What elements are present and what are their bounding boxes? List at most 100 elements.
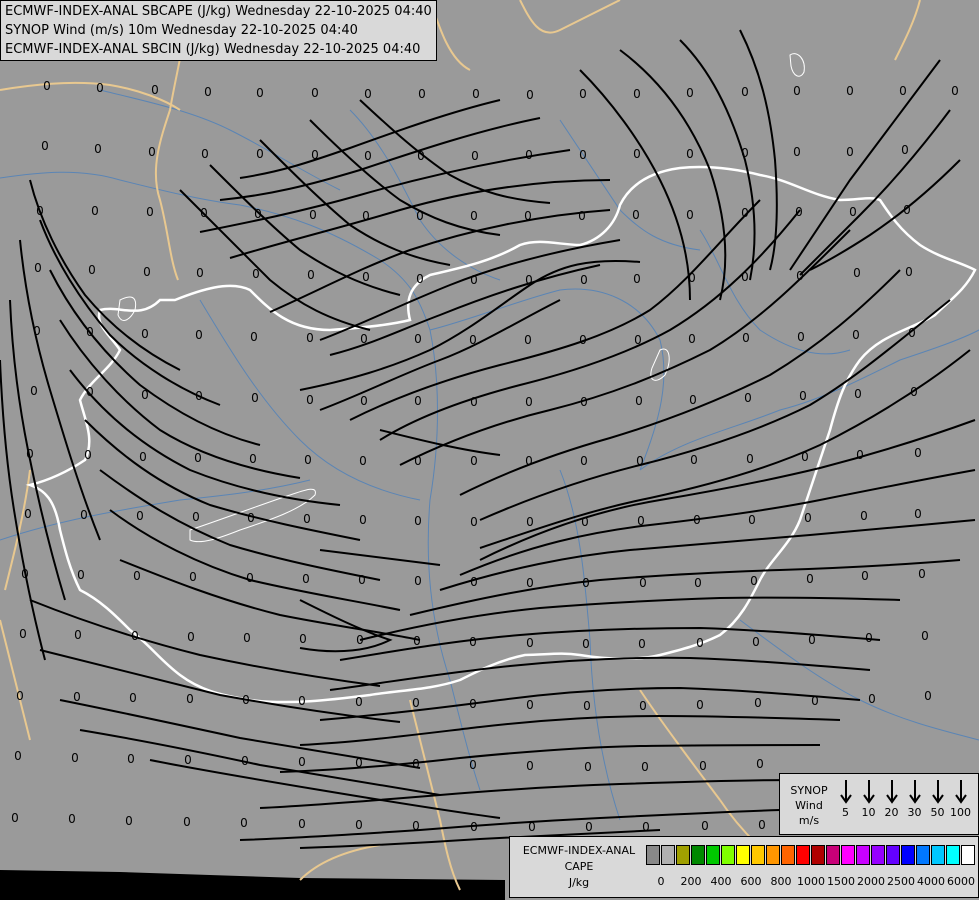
- cape-value-label: 0: [252, 267, 260, 281]
- cape-value-label: 0: [469, 333, 477, 347]
- cape-value-label: 0: [306, 331, 314, 345]
- cape-color-swatch: [886, 845, 900, 865]
- cape-value-label: 0: [26, 447, 34, 461]
- cape-value-label: 0: [526, 698, 534, 712]
- cape-value-label: 0: [256, 147, 264, 161]
- map-title-box: ECMWF-INDEX-ANAL SBCAPE (J/kg) Wednesday…: [0, 0, 437, 61]
- cape-value-label: 0: [183, 815, 191, 829]
- cape-value-label: 0: [797, 330, 805, 344]
- synop-legend-arrow-5: 5: [834, 780, 857, 819]
- cape-value-label: 0: [526, 759, 534, 773]
- cape-value-label: 0: [526, 515, 534, 529]
- synop-legend-value: 30: [907, 806, 922, 819]
- cape-value-label: 0: [148, 145, 156, 159]
- cape-value-label: 0: [951, 84, 959, 98]
- cape-value-label: 0: [470, 395, 478, 409]
- cape-color-swatch: [946, 845, 960, 865]
- cape-value-label: 0: [80, 508, 88, 522]
- cape-value-label: 0: [581, 515, 589, 529]
- cape-legend-title-line1: ECMWF-INDEX-ANAL: [522, 844, 636, 857]
- cape-value-label: 0: [525, 395, 533, 409]
- cape-value-label: 0: [741, 146, 749, 160]
- cape-legend-label: 4000: [917, 875, 945, 888]
- cape-value-label: 0: [417, 149, 425, 163]
- cape-value-label: 0: [901, 143, 909, 157]
- cape-value-label: 0: [362, 209, 370, 223]
- cape-color-swatch: [766, 845, 780, 865]
- cape-value-label: 0: [696, 636, 704, 650]
- cape-value-label: 0: [793, 84, 801, 98]
- cape-value-label: 0: [43, 79, 51, 93]
- cape-value-label: 0: [136, 509, 144, 523]
- cape-value-label: 0: [249, 452, 257, 466]
- cape-value-label: 0: [637, 514, 645, 528]
- title-line-sbcin: ECMWF-INDEX-ANAL SBCIN (J/kg) Wednesday …: [5, 42, 421, 57]
- cape-value-label: 0: [360, 332, 368, 346]
- cape-value-label: 0: [914, 507, 922, 521]
- synop-legend-title-line1: SYNOP: [790, 784, 828, 797]
- cape-value-label: 0: [525, 454, 533, 468]
- cape-value-label: 0: [298, 817, 306, 831]
- cape-value-label: 0: [33, 324, 41, 338]
- cape-color-swatch: [736, 845, 750, 865]
- cape-value-label: 0: [204, 85, 212, 99]
- cape-value-label: 0: [74, 628, 82, 642]
- cape-color-swatch: [721, 845, 735, 865]
- cape-value-label: 0: [580, 273, 588, 287]
- cape-value-label: 0: [414, 454, 422, 468]
- cape-value-label: 0: [750, 574, 758, 588]
- cape-value-label: 0: [360, 394, 368, 408]
- cape-value-label: 0: [200, 206, 208, 220]
- cape-value-label: 0: [247, 511, 255, 525]
- cape-value-label: 0: [579, 148, 587, 162]
- cape-value-label: 0: [528, 820, 536, 834]
- synop-legend-title: SYNOP Wind m/s: [784, 783, 834, 828]
- cape-value-label: 0: [856, 448, 864, 462]
- cape-color-swatch: [916, 845, 930, 865]
- cape-value-label: 0: [806, 572, 814, 586]
- cape-value-label: 0: [579, 333, 587, 347]
- cape-value-label: 0: [19, 627, 27, 641]
- cape-value-label: 0: [636, 454, 644, 468]
- cape-value-label: 0: [580, 454, 588, 468]
- cape-value-label: 0: [744, 391, 752, 405]
- cape-value-label: 0: [355, 756, 363, 770]
- cape-legend-label: 1000: [797, 875, 825, 888]
- cape-legend-label: 1500: [827, 875, 855, 888]
- cape-value-label: 0: [701, 819, 709, 833]
- cape-value-label: 0: [639, 576, 647, 590]
- synop-legend-arrow-30: 30: [903, 780, 926, 819]
- cape-value-label: 0: [412, 696, 420, 710]
- cape-color-swatch: [706, 845, 720, 865]
- cape-value-label: 0: [359, 513, 367, 527]
- cape-value-label: 0: [752, 635, 760, 649]
- cape-value-label: 0: [914, 446, 922, 460]
- cape-value-label: 0: [903, 203, 911, 217]
- cape-value-label: 0: [246, 571, 254, 585]
- cape-value-label: 0: [187, 630, 195, 644]
- cape-value-label: 0: [71, 751, 79, 765]
- cape-value-label: 0: [741, 270, 749, 284]
- cape-value-label: 0: [795, 205, 803, 219]
- cape-value-label: 0: [470, 454, 478, 468]
- cape-legend-title: ECMWF-INDEX-ANAL CAPE J/kg: [512, 843, 646, 891]
- cape-value-label: 0: [921, 629, 929, 643]
- cape-value-label: 0: [846, 84, 854, 98]
- cape-color-swatch: [661, 845, 675, 865]
- cape-value-label: 0: [693, 513, 701, 527]
- cape-value-label: 0: [242, 693, 250, 707]
- cape-value-label: 0: [359, 454, 367, 468]
- cape-value-label: 0: [304, 453, 312, 467]
- cape-legend-unit: J/kg: [568, 876, 590, 889]
- cape-value-label: 0: [741, 206, 749, 220]
- cape-value-label: 0: [808, 633, 816, 647]
- cape-color-swatch: [751, 845, 765, 865]
- cape-value-label: 0: [694, 576, 702, 590]
- cape-value-label: 0: [470, 820, 478, 834]
- cape-value-label: 0: [416, 272, 424, 286]
- cape-value-label: 0: [355, 695, 363, 709]
- cape-value-label: 0: [793, 145, 801, 159]
- cape-value-label: 0: [146, 205, 154, 219]
- cape-value-label: 0: [189, 570, 197, 584]
- cape-value-label: 0: [41, 139, 49, 153]
